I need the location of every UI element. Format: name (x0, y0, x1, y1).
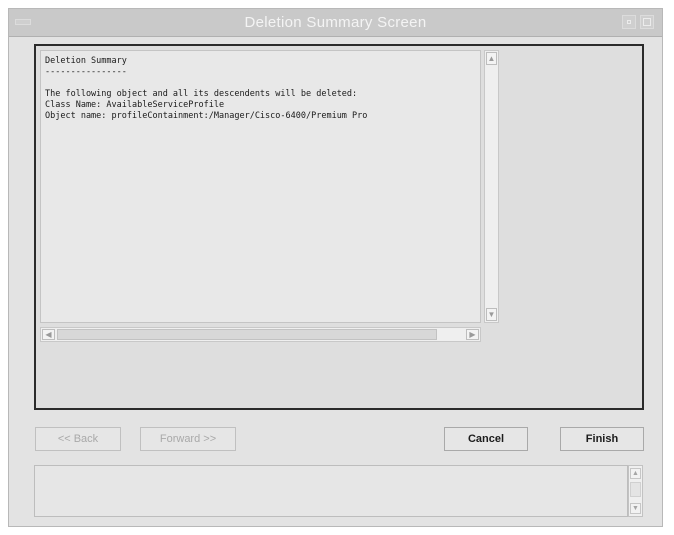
status-vertical-scrollbar[interactable]: ▲ ▼ (628, 465, 643, 517)
maximize-button[interactable] (640, 15, 654, 29)
status-message-area[interactable] (34, 465, 628, 517)
summary-line: Class Name: AvailableServiceProfile (45, 100, 225, 110)
cancel-button[interactable]: Cancel (444, 427, 528, 451)
scroll-up-icon[interactable]: ▲ (486, 52, 497, 65)
title-bar[interactable]: Deletion Summary Screen (9, 9, 662, 37)
minimize-button[interactable] (622, 15, 636, 29)
horizontal-scroll-thumb[interactable] (57, 329, 437, 340)
summary-text-area[interactable]: Deletion Summary ---------------- The fo… (40, 50, 481, 323)
status-scroll-up-icon[interactable]: ▲ (630, 468, 641, 479)
status-scroll-down-icon[interactable]: ▼ (630, 503, 641, 514)
summary-line (45, 78, 476, 89)
summary-horizontal-scrollbar[interactable]: ◀ ▶ (40, 327, 481, 342)
minimize-icon (627, 20, 631, 24)
back-button[interactable]: << Back (35, 427, 121, 451)
summary-line: Object name: profileContainment:/Manager… (45, 111, 368, 121)
summary-line: Deletion Summary (45, 56, 127, 66)
status-scroll-thumb[interactable] (630, 482, 641, 497)
summary-vertical-scrollbar[interactable]: ▲ ▼ (484, 50, 499, 323)
forward-button[interactable]: Forward >> (140, 427, 236, 451)
window-title: Deletion Summary Screen (244, 14, 427, 31)
scroll-right-icon[interactable]: ▶ (466, 329, 479, 340)
scroll-left-icon[interactable]: ◀ (42, 329, 55, 340)
maximize-icon (643, 18, 651, 26)
scroll-down-icon[interactable]: ▼ (486, 308, 497, 321)
summary-line: The following object and all its descend… (45, 89, 358, 99)
finish-button[interactable]: Finish (560, 427, 644, 451)
deletion-summary-window: Deletion Summary Screen Deletion Summary… (8, 8, 663, 527)
summary-line: ---------------- (45, 67, 127, 77)
summary-panel: Deletion Summary ---------------- The fo… (34, 44, 644, 410)
